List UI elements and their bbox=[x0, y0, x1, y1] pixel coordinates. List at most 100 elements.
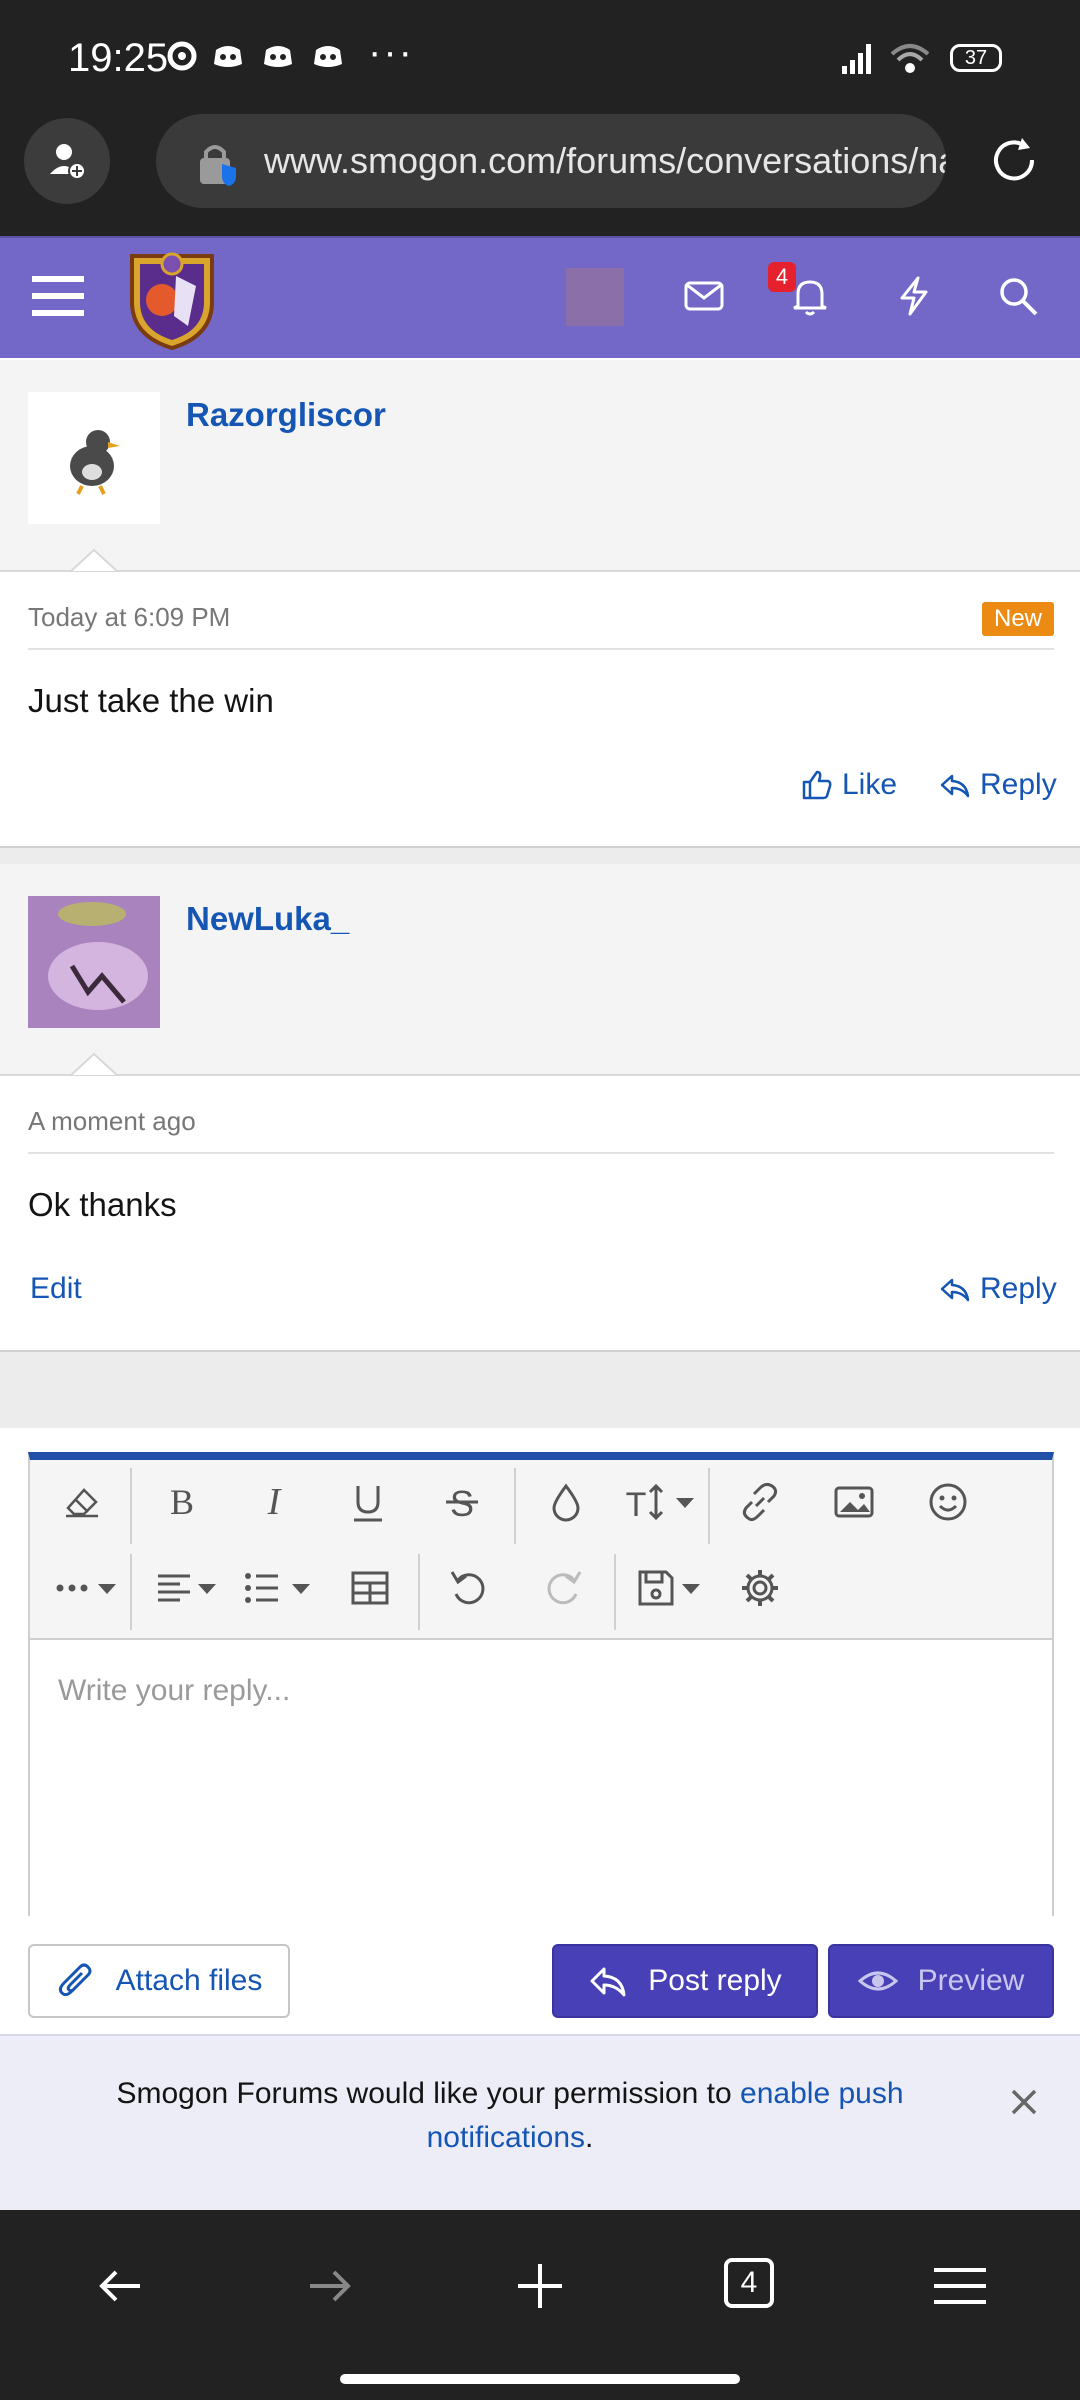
lightning-icon[interactable] bbox=[892, 274, 936, 318]
save-draft-icon[interactable] bbox=[634, 1566, 678, 1610]
discord-icon bbox=[314, 46, 342, 67]
attach-files-button[interactable]: Attach files bbox=[28, 1944, 290, 2018]
font-size-dropdown-icon[interactable] bbox=[676, 1498, 694, 1508]
user-avatar[interactable] bbox=[566, 268, 624, 326]
mail-icon[interactable] bbox=[682, 274, 726, 318]
redo-icon[interactable] bbox=[542, 1566, 586, 1610]
discord-icon bbox=[264, 46, 292, 67]
menu-icon[interactable] bbox=[32, 274, 84, 318]
section-separator bbox=[0, 1352, 1080, 1428]
svg-text:B: B bbox=[170, 1482, 194, 1522]
new-badge: New bbox=[982, 602, 1054, 636]
reply-button[interactable]: Reply bbox=[938, 768, 1057, 802]
editor-toolbar bbox=[30, 1546, 1052, 1632]
status-time: 19:25 bbox=[68, 36, 169, 80]
eye-icon bbox=[857, 1971, 898, 1991]
account-button[interactable] bbox=[24, 118, 110, 204]
preview-button[interactable]: Preview bbox=[828, 1944, 1054, 2018]
color-drop-icon[interactable] bbox=[544, 1480, 588, 1524]
attach-files-label: Attach files bbox=[115, 1964, 263, 1997]
status-bar: 19:25 ··· 37 bbox=[0, 0, 1080, 110]
font-size-icon[interactable]: T bbox=[622, 1480, 666, 1524]
lock-shield-icon bbox=[200, 145, 236, 186]
link-icon[interactable] bbox=[738, 1480, 782, 1524]
new-tab-icon[interactable] bbox=[512, 2258, 568, 2314]
menu-icon[interactable] bbox=[932, 2258, 988, 2314]
home-indicator[interactable] bbox=[340, 2374, 740, 2384]
toolbar-separator bbox=[614, 1554, 616, 1630]
gear-icon[interactable] bbox=[738, 1566, 782, 1610]
notice-text-after: . bbox=[585, 2121, 594, 2154]
toolbar-separator bbox=[514, 1468, 516, 1544]
browser-bottom-nav: 4 bbox=[0, 2210, 1080, 2400]
editor-toolbar: B I S T bbox=[30, 1460, 1052, 1546]
sync-icon bbox=[167, 41, 197, 71]
author-username[interactable]: Razorgliscor bbox=[186, 396, 386, 434]
bird-sprite-icon bbox=[70, 430, 120, 495]
more-notifications-icon: ··· bbox=[368, 30, 414, 74]
tab-switcher[interactable]: 4 bbox=[724, 2258, 774, 2308]
wifi-icon bbox=[890, 44, 930, 73]
reply-icon bbox=[940, 1278, 970, 1302]
reply-button[interactable]: Reply bbox=[938, 1272, 1057, 1306]
message-body: A moment ago Ok thanks Edit Reply bbox=[0, 1076, 1080, 1352]
bold-icon[interactable]: B bbox=[160, 1480, 204, 1524]
reply-label: Reply bbox=[980, 768, 1057, 801]
align-dropdown-icon[interactable] bbox=[198, 1584, 216, 1594]
strikethrough-icon[interactable]: S bbox=[440, 1480, 484, 1524]
author-avatar[interactable] bbox=[28, 896, 160, 1028]
undo-icon[interactable] bbox=[446, 1566, 490, 1610]
close-icon[interactable] bbox=[1008, 2086, 1040, 2118]
reload-icon[interactable] bbox=[986, 132, 1042, 188]
eraser-icon[interactable] bbox=[60, 1480, 104, 1524]
more-options-icon[interactable] bbox=[50, 1566, 94, 1610]
forward-arrow-icon[interactable] bbox=[302, 2258, 358, 2314]
smogon-logo[interactable] bbox=[126, 246, 218, 350]
author-avatar[interactable] bbox=[28, 392, 160, 524]
forum-header: 4 bbox=[0, 236, 1080, 358]
url-bar[interactable]: www.smogon.com/forums/conversations/na bbox=[156, 114, 946, 208]
notice-text: Smogon Forums would like your permission… bbox=[90, 2072, 930, 2160]
add-account-icon bbox=[50, 144, 86, 180]
svg-text:I: I bbox=[267, 1481, 283, 1523]
cat-photo-icon bbox=[28, 896, 160, 1028]
like-button[interactable]: Like bbox=[800, 768, 897, 802]
svg-text:T: T bbox=[626, 1486, 647, 1524]
reply-label: Reply bbox=[980, 1272, 1057, 1305]
reply-icon bbox=[940, 774, 970, 798]
author-username[interactable]: NewLuka_ bbox=[186, 900, 349, 938]
search-icon[interactable] bbox=[996, 274, 1040, 318]
push-notification-notice: Smogon Forums would like your permission… bbox=[0, 2034, 1080, 2210]
more-options-dropdown-icon[interactable] bbox=[98, 1584, 116, 1594]
divider bbox=[28, 648, 1054, 650]
edit-label: Edit bbox=[30, 1272, 82, 1305]
toolbar-separator bbox=[130, 1468, 132, 1544]
pointer-arrow bbox=[70, 1052, 118, 1076]
table-icon[interactable] bbox=[348, 1566, 392, 1610]
list-dropdown-icon[interactable] bbox=[292, 1584, 310, 1594]
browser-bar: www.smogon.com/forums/conversations/na bbox=[0, 110, 1080, 236]
toolbar-separator bbox=[418, 1554, 420, 1630]
message-timestamp[interactable]: A moment ago bbox=[28, 1106, 196, 1137]
reply-icon bbox=[590, 1967, 626, 1997]
toolbar-separator bbox=[130, 1554, 132, 1630]
back-arrow-icon[interactable] bbox=[92, 2258, 148, 2314]
post-reply-button[interactable]: Post reply bbox=[552, 1944, 818, 2018]
toolbar-separator bbox=[708, 1468, 710, 1544]
message-author-panel: Razorgliscor bbox=[0, 360, 1080, 572]
emoji-icon[interactable] bbox=[926, 1480, 970, 1524]
divider bbox=[28, 1152, 1054, 1154]
image-icon[interactable] bbox=[832, 1480, 876, 1524]
save-draft-dropdown-icon[interactable] bbox=[682, 1584, 700, 1594]
align-icon[interactable] bbox=[152, 1566, 196, 1610]
italic-icon[interactable]: I bbox=[252, 1480, 296, 1524]
message-body: Today at 6:09 PM New Just take the win L… bbox=[0, 572, 1080, 848]
url-text: www.smogon.com/forums/conversations/na bbox=[264, 140, 946, 181]
underline-icon[interactable] bbox=[346, 1480, 390, 1524]
edit-button[interactable]: Edit bbox=[30, 1272, 82, 1306]
list-icon[interactable] bbox=[240, 1566, 284, 1610]
message-timestamp[interactable]: Today at 6:09 PM bbox=[28, 602, 230, 633]
reply-textarea[interactable]: Write your reply... bbox=[30, 1638, 1052, 1916]
post-reply-label: Post reply bbox=[648, 1964, 782, 1997]
notification-badge: 4 bbox=[768, 262, 796, 292]
